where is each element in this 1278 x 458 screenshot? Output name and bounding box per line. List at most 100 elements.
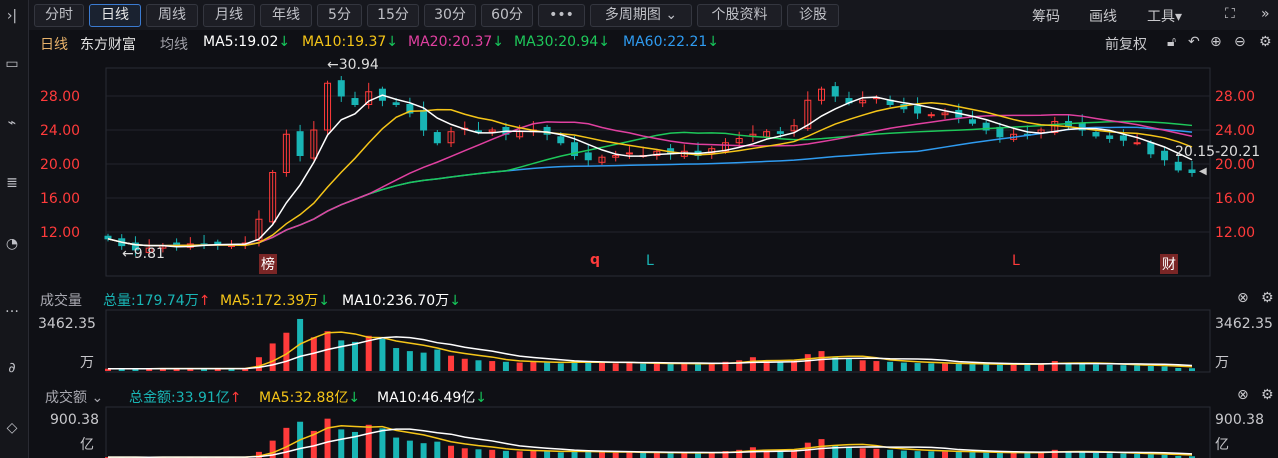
amount-bar — [612, 452, 619, 458]
volume-bar — [653, 363, 660, 371]
amount-bar — [324, 418, 331, 458]
amount-bar — [393, 437, 400, 458]
amount-bar — [640, 452, 647, 458]
volume-bar — [1092, 364, 1099, 371]
amount-unit: 亿 — [80, 437, 94, 453]
low-annotation: ←9.81 — [122, 246, 165, 262]
amount-bar — [598, 452, 605, 458]
candle-body — [104, 235, 112, 240]
financial-badge[interactable]: 财 — [1160, 254, 1178, 274]
amount-bar — [544, 451, 551, 458]
amount-bar — [338, 429, 345, 458]
volume-bar — [1134, 365, 1141, 371]
candle-body — [1147, 142, 1155, 155]
price-tick-label: 16.00 — [1215, 191, 1255, 207]
candle-body — [557, 136, 565, 144]
volume-ma5: MA5:172.39万↓ — [220, 293, 331, 309]
amount-bar — [626, 452, 633, 458]
amount-bar — [873, 448, 880, 458]
amount-bar — [379, 428, 386, 458]
volume-total: 总量:179.74万↑ — [103, 293, 211, 309]
amount-bar — [516, 451, 523, 458]
volume-bar — [351, 341, 358, 371]
current-price-marker-icon: ◀ — [1199, 166, 1207, 177]
amount-bar — [1147, 454, 1154, 458]
amount-bar — [1092, 452, 1099, 458]
volume-bar — [983, 364, 990, 371]
amount-bar — [928, 451, 935, 458]
amount-unit-right: 亿 — [1215, 437, 1229, 453]
amount-bar — [681, 452, 688, 458]
volume-bar — [324, 331, 331, 371]
price-tick-label: 24.00 — [1215, 123, 1255, 139]
volume-settings-icon[interactable]: ⚙ — [1261, 290, 1274, 306]
event-mark-l-2[interactable]: L — [1012, 253, 1020, 269]
volume-bar — [640, 363, 647, 371]
volume-ma10: MA10:236.70万↓ — [342, 293, 461, 309]
amount-bar — [461, 448, 468, 458]
volume-bar — [1147, 365, 1154, 371]
volume-bar — [475, 360, 482, 371]
volume-bar — [1106, 364, 1113, 371]
volume-bar — [955, 363, 962, 371]
candle-body — [214, 241, 222, 245]
amount-bar — [557, 452, 564, 458]
volume-bar — [1051, 361, 1058, 371]
volume-bar — [379, 338, 386, 371]
amount-bar — [653, 452, 660, 458]
amount-bar — [434, 441, 441, 458]
amount-bar — [667, 452, 674, 458]
volume-bar — [255, 357, 262, 371]
volume-bar — [1120, 365, 1127, 371]
candle-body — [776, 131, 784, 134]
volume-unit: 万 — [80, 355, 94, 371]
amount-bar — [448, 445, 455, 458]
amount-bar — [1024, 452, 1031, 458]
price-tick-label: 12.00 — [40, 225, 80, 241]
amount-bar — [530, 450, 537, 458]
amount-ma10: MA10:46.49亿↓ — [377, 390, 488, 406]
volume-bar — [818, 351, 825, 371]
volume-close-icon[interactable]: ⊗ — [1237, 290, 1249, 306]
candle-body — [1092, 132, 1100, 137]
candle-body — [420, 109, 428, 131]
volume-bar — [461, 358, 468, 371]
candle-body — [1106, 135, 1114, 139]
amount-bar — [1120, 453, 1127, 458]
amount-bar — [969, 452, 976, 458]
volume-bar — [1189, 368, 1195, 371]
amount-bar — [489, 449, 496, 458]
volume-bar — [804, 354, 811, 371]
candle-body — [914, 105, 922, 114]
candle-body — [584, 152, 592, 161]
range-annotation: 20.15-20.21 — [1175, 144, 1261, 160]
billboard-badge[interactable]: 榜 — [259, 254, 277, 274]
candle-body — [433, 132, 441, 144]
volume-bar — [1024, 364, 1031, 371]
candle-body — [1174, 161, 1182, 171]
amount-bar — [955, 452, 962, 458]
amount-title-dropdown[interactable]: 成交额 ⌄ — [45, 387, 103, 407]
volume-bar — [969, 364, 976, 371]
volume-bar — [612, 363, 619, 371]
volume-bar — [887, 361, 894, 371]
candle-body — [1161, 150, 1169, 161]
amount-close-icon[interactable]: ⊗ — [1237, 387, 1249, 403]
candle-body — [996, 126, 1004, 138]
price-tick-label: 12.00 — [1215, 225, 1255, 241]
event-mark-l[interactable]: L — [646, 253, 654, 269]
amount-max-label: 900.38 — [50, 412, 99, 428]
volume-bar — [448, 355, 455, 371]
amount-bar — [1010, 452, 1017, 458]
amount-settings-icon[interactable]: ⚙ — [1261, 387, 1274, 403]
event-mark-q[interactable]: q — [590, 252, 600, 268]
candle-body — [1133, 142, 1141, 145]
ma10-line — [107, 101, 1193, 247]
candle-body — [392, 102, 400, 106]
candle-body — [831, 86, 839, 97]
volume-bar — [873, 361, 880, 371]
volume-bar — [489, 361, 496, 371]
candle-body — [296, 131, 304, 156]
volume-title: 成交量 — [40, 293, 82, 309]
amount-bar — [502, 450, 509, 458]
